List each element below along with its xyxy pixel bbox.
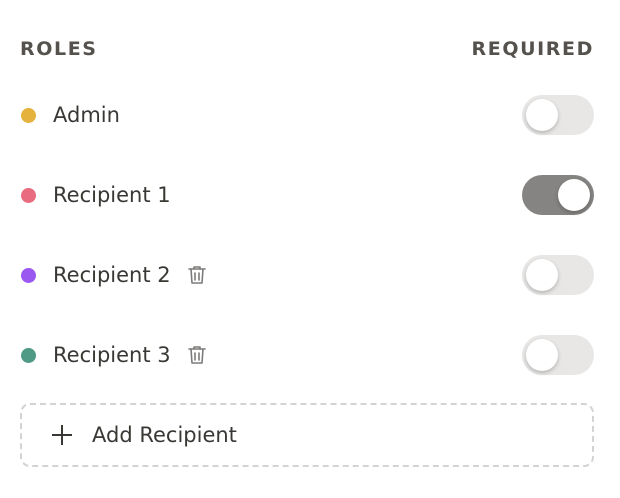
required-toggle-admin[interactable] [522,95,594,135]
add-recipient-button[interactable]: Add Recipient [20,403,594,467]
role-label: Recipient 3 [53,343,171,367]
toggle-knob [526,339,558,371]
toggle-knob [526,259,558,291]
role-label: Recipient 1 [53,183,171,207]
role-row-recipient-1: Recipient 1 [20,171,594,219]
role-row-recipient-2: Recipient 2 [20,251,594,299]
trash-icon[interactable] [185,263,209,287]
role-color-dot [21,267,36,283]
toggle-knob [526,99,558,131]
add-recipient-label: Add Recipient [92,423,237,447]
role-label: Admin [53,103,120,127]
roles-panel: ROLES REQUIRED Admin Recipient 1 Recipie… [20,0,594,498]
toggle-knob [558,179,590,211]
required-toggle-recipient-3[interactable] [522,335,594,375]
role-color-dot [21,187,36,203]
roles-header: ROLES REQUIRED [20,34,594,64]
roles-column-title: ROLES [20,38,98,60]
role-color-dot [21,107,36,123]
role-label: Recipient 2 [53,263,171,287]
required-toggle-recipient-1[interactable] [522,175,594,215]
role-color-dot [21,347,36,363]
required-column-title: REQUIRED [471,38,594,60]
trash-icon[interactable] [185,343,209,367]
plus-icon [52,425,72,445]
role-row-admin: Admin [20,91,594,139]
required-toggle-recipient-2[interactable] [522,255,594,295]
role-row-recipient-3: Recipient 3 [20,331,594,379]
